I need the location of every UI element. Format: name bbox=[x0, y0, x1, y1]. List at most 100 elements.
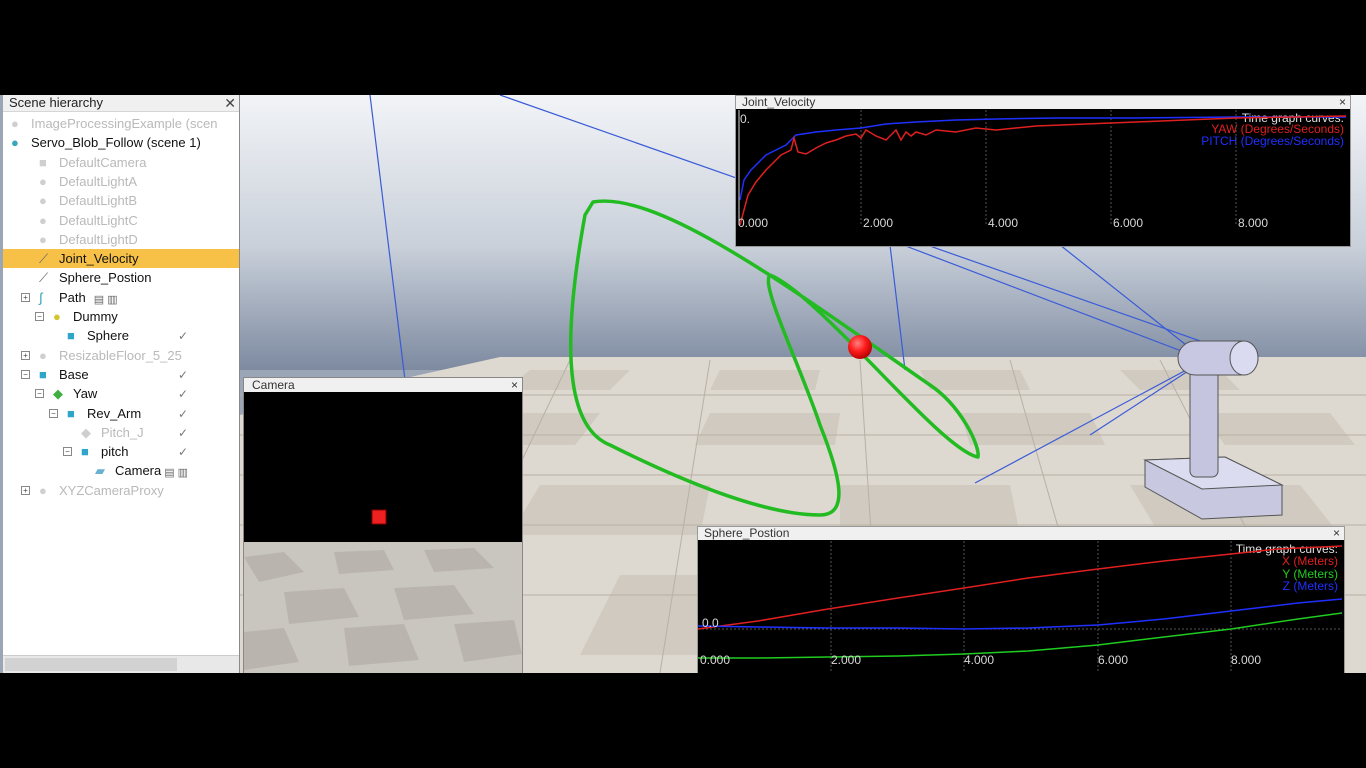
light-bulb-icon: ● bbox=[39, 212, 47, 228]
camera-view-title: Camera × bbox=[244, 378, 522, 392]
jv-x-tick-0: 0.000 bbox=[738, 216, 769, 230]
close-icon[interactable]: × bbox=[1339, 96, 1346, 109]
joint-velocity-graph-panel[interactable]: Joint_Velocity × Time graph curves: YAW … bbox=[735, 95, 1351, 247]
tree-item-label: Sphere_Postion bbox=[59, 270, 152, 286]
camera-view-image bbox=[244, 392, 522, 673]
tree-item-base[interactable]: •−■Base✓ bbox=[3, 365, 239, 384]
sp-x-tick-4: 8.000 bbox=[1231, 653, 1262, 667]
light-bulb-icon: ● bbox=[39, 193, 47, 209]
tree-item-label: Camera bbox=[115, 463, 162, 479]
script-check-icon[interactable]: ✓ bbox=[178, 327, 188, 346]
sp-x-tick-3: 6.000 bbox=[1098, 653, 1129, 667]
tree-item-imageprocessingexample-scen[interactable]: ● ImageProcessingExample (scen bbox=[3, 114, 239, 133]
close-icon[interactable]: × bbox=[1333, 527, 1340, 540]
dummy-icon: ● bbox=[39, 347, 47, 363]
dummy-icon: ● bbox=[39, 482, 47, 498]
tree-item-xyzcameraproxy[interactable]: •+●XYZCameraProxy bbox=[3, 481, 239, 500]
tree-item-joint-velocity[interactable]: ⟋ Joint_Velocity bbox=[3, 249, 239, 269]
joint-velocity-plot bbox=[738, 110, 1347, 226]
tree-item-label: Pitch_J bbox=[101, 424, 144, 440]
joint-velocity-title: Joint_Velocity × bbox=[736, 96, 1350, 109]
collapse-icon[interactable]: − bbox=[63, 447, 72, 457]
scene-hierarchy-title-text: Scene hierarchy bbox=[9, 95, 103, 110]
path-icon: ∫ bbox=[39, 289, 43, 305]
tree-item-label: Sphere bbox=[87, 328, 129, 344]
script-check-icon[interactable]: ✓ bbox=[178, 366, 188, 385]
tree-item-label: DefaultLightB bbox=[59, 193, 138, 209]
expand-icon[interactable]: + bbox=[21, 485, 30, 495]
shape-cube-icon: ■ bbox=[81, 444, 89, 460]
script-check-icon[interactable]: ✓ bbox=[178, 405, 188, 424]
tree-item-label: ResizableFloor_5_25 bbox=[59, 347, 182, 363]
scene-sphere-icon: ● bbox=[11, 116, 19, 131]
tree-item-servo-blob-follow-scene-1[interactable]: ● Servo_Blob_Follow (scene 1) bbox=[3, 133, 239, 152]
tree-item-camera[interactable]: ▰ Camera ▤ ▥ bbox=[3, 461, 239, 480]
tree-item-rev-arm[interactable]: − ■ Rev_Arm ✓ bbox=[3, 404, 239, 423]
tree-item-dummy[interactable]: − ● Dummy bbox=[3, 307, 239, 326]
tree-item-label: DefaultLightD bbox=[59, 231, 138, 247]
collapse-icon[interactable]: − bbox=[35, 389, 44, 399]
tree-item-defaultcamera[interactable]: ■ DefaultCamera bbox=[3, 153, 239, 172]
tree-item-pitch-j[interactable]: ◆ Pitch_J ✓ bbox=[3, 423, 239, 442]
tree-item-pitch[interactable]: − ■ pitch ✓ bbox=[3, 442, 239, 461]
expand-icon[interactable]: + bbox=[21, 292, 30, 302]
tree-item-yaw[interactable]: − ◆ Yaw ✓ bbox=[3, 384, 239, 403]
tree-item-label: DefaultCamera bbox=[59, 154, 147, 170]
collapse-icon[interactable]: − bbox=[21, 369, 30, 379]
jv-x-tick-1: 2.000 bbox=[863, 216, 894, 230]
sp-x-tick-2: 4.000 bbox=[964, 653, 995, 667]
tree-item-label: Servo_Blob_Follow (scene 1) bbox=[31, 135, 201, 151]
tree-item-label: Rev_Arm bbox=[87, 405, 142, 421]
tree-item-sphere-postion[interactable]: ⟋ Sphere_Postion bbox=[3, 268, 239, 287]
camera-view-panel[interactable]: Camera × bbox=[243, 377, 523, 673]
tree-item-label: Joint_Velocity bbox=[59, 251, 139, 267]
tree-item-resizablefloor-5-25[interactable]: •+●ResizableFloor_5_25 bbox=[3, 346, 239, 365]
joint-icon: ◆ bbox=[53, 386, 63, 402]
app-window: Scene hierarchy ✕ ● ImageProcessingExampl… bbox=[0, 95, 1366, 673]
script-check-icon[interactable]: ✓ bbox=[178, 443, 188, 462]
tree-item-defaultlightb[interactable]: ● DefaultLightB bbox=[3, 191, 239, 210]
camera-icon: ■ bbox=[39, 154, 47, 170]
sphere-position-title-text: Sphere_Postion bbox=[704, 526, 790, 540]
script-check-icon[interactable]: ✓ bbox=[178, 424, 188, 443]
close-icon[interactable]: ✕ bbox=[224, 95, 236, 111]
tree-item-label: DefaultLightC bbox=[59, 212, 138, 228]
sphere-position-graph-panel[interactable]: Sphere_Postion × Time graph curves: X (M… bbox=[697, 526, 1345, 673]
scene-hierarchy-title: Scene hierarchy ✕ bbox=[3, 95, 239, 112]
tree-item-label: ImageProcessingExample (scen bbox=[31, 116, 218, 131]
collapse-icon[interactable]: − bbox=[35, 312, 44, 321]
close-icon[interactable]: × bbox=[511, 378, 518, 392]
tree-item-label: XYZCameraProxy bbox=[59, 482, 164, 498]
joint-velocity-title-text: Joint_Velocity bbox=[742, 95, 816, 109]
joint-icon: ◆ bbox=[81, 424, 91, 440]
light-bulb-icon: ● bbox=[39, 231, 47, 247]
jv-x-tick-2: 4.000 bbox=[988, 216, 1019, 230]
jv-x-tick-3: 6.000 bbox=[1113, 216, 1144, 230]
sp-x-tick-1: 2.000 bbox=[831, 653, 862, 667]
tree-item-defaultlightc[interactable]: ● DefaultLightC bbox=[3, 211, 239, 230]
scrollbar-thumb[interactable] bbox=[5, 658, 177, 671]
sphere-position-title: Sphere_Postion × bbox=[698, 527, 1344, 540]
collapse-icon[interactable]: − bbox=[49, 408, 58, 418]
camera-view-title-text: Camera bbox=[252, 378, 295, 392]
shape-cube-icon: ■ bbox=[39, 366, 47, 382]
vision-sensor-icon: ▰ bbox=[95, 463, 105, 479]
tree-item-label: pitch bbox=[101, 444, 129, 460]
tree-item-defaultlightd[interactable]: ● DefaultLightD bbox=[3, 230, 239, 249]
scene-hierarchy-panel: Scene hierarchy ✕ ● ImageProcessingExampl… bbox=[3, 95, 240, 673]
sp-x-tick-0: 0.000 bbox=[700, 653, 731, 667]
scene-sphere-icon: ● bbox=[11, 135, 19, 151]
script-check-icon[interactable]: ✓ bbox=[178, 385, 188, 404]
expand-icon[interactable]: + bbox=[21, 350, 30, 360]
horizontal-scrollbar[interactable] bbox=[3, 655, 239, 673]
graph-icon: ⟋ bbox=[39, 270, 49, 286]
red-sphere[interactable] bbox=[848, 335, 872, 359]
shape-cube-icon: ■ bbox=[67, 328, 75, 344]
tree-item-path[interactable]: + ∫ Path ▤ ▥ bbox=[3, 288, 239, 307]
jv-x-tick-4: 8.000 bbox=[1238, 216, 1269, 230]
shape-cube-icon: ■ bbox=[67, 405, 75, 421]
tree-item-defaultlighta[interactable]: ● DefaultLightA bbox=[3, 172, 239, 191]
dummy-icon: ● bbox=[53, 309, 61, 324]
tree-item-sphere[interactable]: ■ Sphere ✓ bbox=[3, 326, 239, 345]
tree-item-label: Yaw bbox=[73, 386, 98, 402]
